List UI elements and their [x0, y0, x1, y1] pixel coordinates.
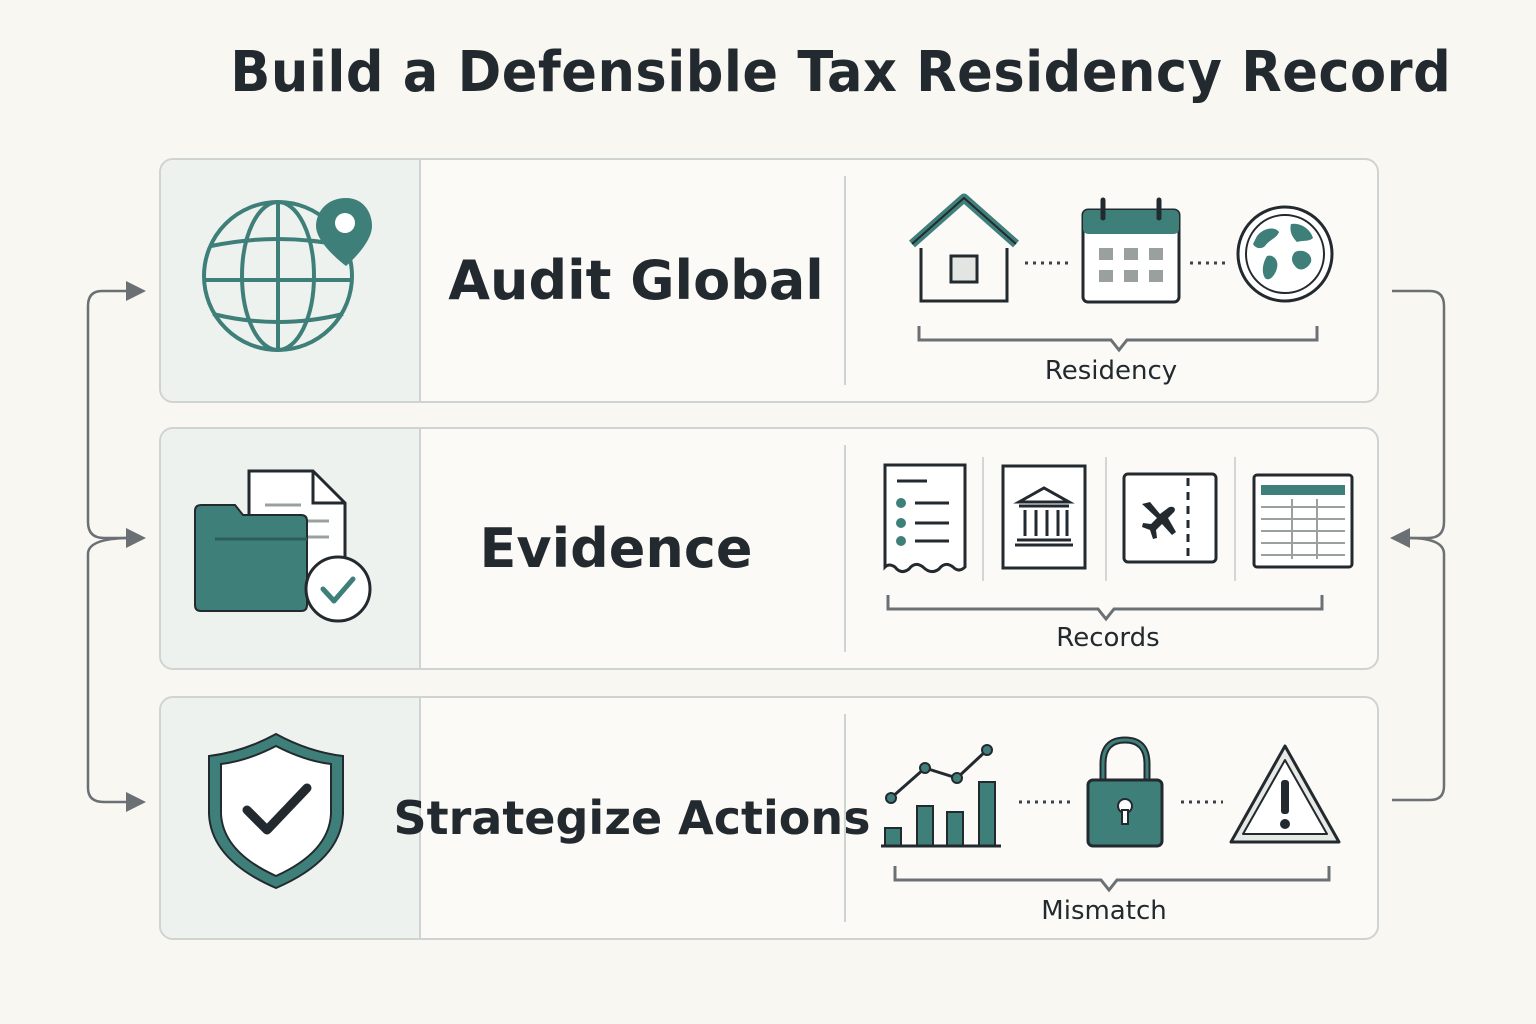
row-evidence: Evidence Records — [159, 427, 1379, 670]
row-caption: Records — [1056, 623, 1160, 653]
folder-document-check-icon — [194, 469, 372, 623]
earth-icon — [1236, 205, 1334, 303]
boarding-pass-icon — [1122, 472, 1218, 564]
padlock-icon — [1086, 736, 1164, 848]
right-flow-arrows — [1390, 289, 1446, 802]
row-strategize-actions: Strategize Actions Mismatch — [159, 696, 1379, 940]
bracket — [886, 595, 1324, 622]
item-divider — [1234, 457, 1236, 581]
calendar-icon — [1081, 197, 1181, 304]
icon-cell — [161, 698, 421, 938]
row-label: Strategize Actions — [393, 791, 871, 845]
connector-dots — [1019, 800, 1071, 804]
bracket — [917, 326, 1319, 353]
chart-icon — [881, 744, 1001, 848]
bracket — [893, 866, 1331, 893]
icon-cell — [161, 429, 421, 668]
row-label: Evidence — [479, 517, 753, 580]
globe-location-icon — [202, 198, 372, 352]
connector-dots — [1025, 261, 1071, 265]
left-flow-arrows — [86, 281, 146, 812]
shield-check-icon — [208, 732, 344, 890]
divider — [844, 714, 846, 922]
warning-icon — [1229, 744, 1341, 844]
connector-dots — [1181, 800, 1223, 804]
row-label: Audit Global — [448, 249, 824, 312]
item-divider — [1105, 457, 1107, 581]
spreadsheet-icon — [1252, 473, 1354, 569]
bank-icon — [1001, 464, 1087, 570]
house-icon — [909, 193, 1019, 303]
divider — [844, 445, 846, 652]
icon-cell — [161, 160, 421, 401]
row-caption: Residency — [1044, 356, 1178, 386]
row-caption: Mismatch — [1041, 896, 1167, 926]
item-divider — [982, 457, 984, 581]
connector-dots — [1190, 261, 1226, 265]
row-audit-global: Audit Global Residency — [159, 158, 1379, 403]
receipt-list-icon — [883, 463, 967, 574]
divider — [844, 176, 846, 385]
